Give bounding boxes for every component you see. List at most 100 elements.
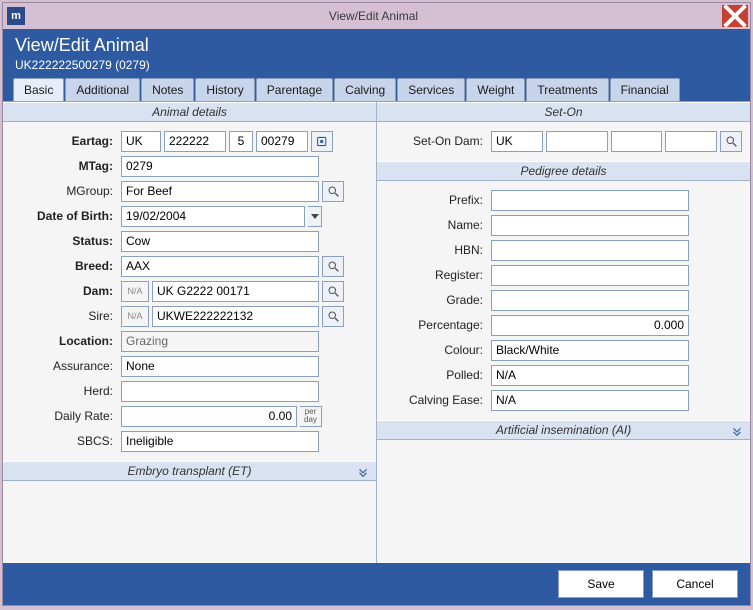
label-dob: Date of Birth: [11,209,121,223]
window: m View/Edit Animal View/Edit Animal UK22… [2,2,751,606]
label-herd: Herd: [11,384,121,398]
tab-additional[interactable]: Additional [65,78,140,101]
label-grade: Grade: [385,293,491,307]
label-sbcs: SBCS: [11,434,121,448]
label-colour: Colour: [385,343,491,357]
sire-lookup-button[interactable] [322,306,344,327]
label-hbn: HBN: [385,243,491,257]
label-daily: Daily Rate: [11,409,121,423]
pedigree-body: Prefix: Name: HBN: Register: Grade: Perc… [377,181,750,420]
seton-country[interactable] [491,131,543,152]
right-column: Set-On Set-On Dam: Pedigree details [377,102,750,563]
assurance-field[interactable] [121,356,319,377]
mgroup-field[interactable] [121,181,319,202]
page-title: View/Edit Animal [15,35,738,56]
animal-details-body: Eartag: MTag: MG [3,122,376,461]
left-column: Animal details Eartag: MTag: [3,102,377,563]
eartag-country[interactable] [121,131,161,152]
eartag-checkdigit[interactable] [229,131,253,152]
label-assurance: Assurance: [11,359,121,373]
tab-financial[interactable]: Financial [610,78,680,101]
tab-parentage[interactable]: Parentage [256,78,333,101]
close-button[interactable] [722,5,748,27]
label-dam: Dam: [11,284,121,298]
footer: Save Cancel [3,563,750,605]
polled-field[interactable] [491,365,689,386]
save-button[interactable]: Save [558,570,644,598]
colour-field[interactable] [491,340,689,361]
eartag-action-button[interactable] [311,131,333,152]
sbcs-field[interactable] [121,431,319,452]
seton-animal[interactable] [665,131,717,152]
tab-services[interactable]: Services [397,78,465,101]
label-mgroup: MGroup: [11,184,121,198]
label-percentage: Percentage: [385,318,491,332]
section-ai[interactable]: Artificial insemination (AI) [377,420,750,440]
seton-body: Set-On Dam: [377,122,750,161]
seton-lookup-button[interactable] [720,131,742,152]
breed-lookup-button[interactable] [322,256,344,277]
location-field [121,331,319,352]
label-name: Name: [385,218,491,232]
grade-field[interactable] [491,290,689,311]
herd-field[interactable] [121,381,319,402]
section-et[interactable]: Embryo transplant (ET) [3,461,376,481]
content: Animal details Eartag: MTag: [3,101,750,563]
app-icon: m [7,7,25,25]
label-breed: Breed: [11,259,121,273]
search-icon [725,135,738,148]
dam-lookup-button[interactable] [322,281,344,302]
window-title: View/Edit Animal [25,9,722,23]
cancel-button[interactable]: Cancel [652,570,738,598]
search-icon [327,310,340,323]
label-polled: Polled: [385,368,491,382]
tab-bar: Basic Additional Notes History Parentage… [3,78,750,101]
tab-calving[interactable]: Calving [334,78,396,101]
tab-treatments[interactable]: Treatments [526,78,608,101]
search-icon [327,285,340,298]
section-seton: Set-On [377,102,750,122]
header: View/Edit Animal UK222222500279 (0279) [3,29,750,78]
label-calving-ease: Calving Ease: [385,393,491,407]
tab-history[interactable]: History [195,78,254,101]
sire-na-badge: N/A [121,306,149,327]
tab-notes[interactable]: Notes [141,78,194,101]
dob-field[interactable] [121,206,305,227]
percentage-field[interactable] [491,315,689,336]
mgroup-lookup-button[interactable] [322,181,344,202]
register-field[interactable] [491,265,689,286]
ai-expand-button[interactable] [730,424,744,441]
expand-down-icon [356,465,370,479]
calving-ease-field[interactable] [491,390,689,411]
label-sire: Sire: [11,309,121,323]
section-animal-details: Animal details [3,102,376,122]
label-eartag: Eartag: [11,134,121,148]
section-pedigree: Pedigree details [377,161,750,181]
tab-weight[interactable]: Weight [466,78,525,101]
daily-rate-field[interactable] [121,406,297,427]
prefix-field[interactable] [491,190,689,211]
breed-field[interactable] [121,256,319,277]
et-expand-button[interactable] [356,465,370,482]
label-location: Location: [11,334,121,348]
eartag-animal[interactable] [256,131,308,152]
label-register: Register: [385,268,491,282]
seton-checkdigit[interactable] [611,131,663,152]
titlebar: m View/Edit Animal [3,3,750,29]
dob-dropdown[interactable] [308,206,322,227]
label-status: Status: [11,234,121,248]
page-subtitle: UK222222500279 (0279) [15,58,738,72]
label-prefix: Prefix: [385,193,491,207]
tag-icon [316,135,329,148]
seton-herd[interactable] [546,131,608,152]
status-field[interactable] [121,231,319,252]
tab-basic[interactable]: Basic [13,78,64,101]
hbn-field[interactable] [491,240,689,261]
eartag-herd[interactable] [164,131,226,152]
name-field[interactable] [491,215,689,236]
search-icon [327,185,340,198]
sire-field[interactable] [152,306,319,327]
mtag-field[interactable] [121,156,319,177]
chevron-down-icon [311,214,319,219]
dam-field[interactable] [152,281,319,302]
